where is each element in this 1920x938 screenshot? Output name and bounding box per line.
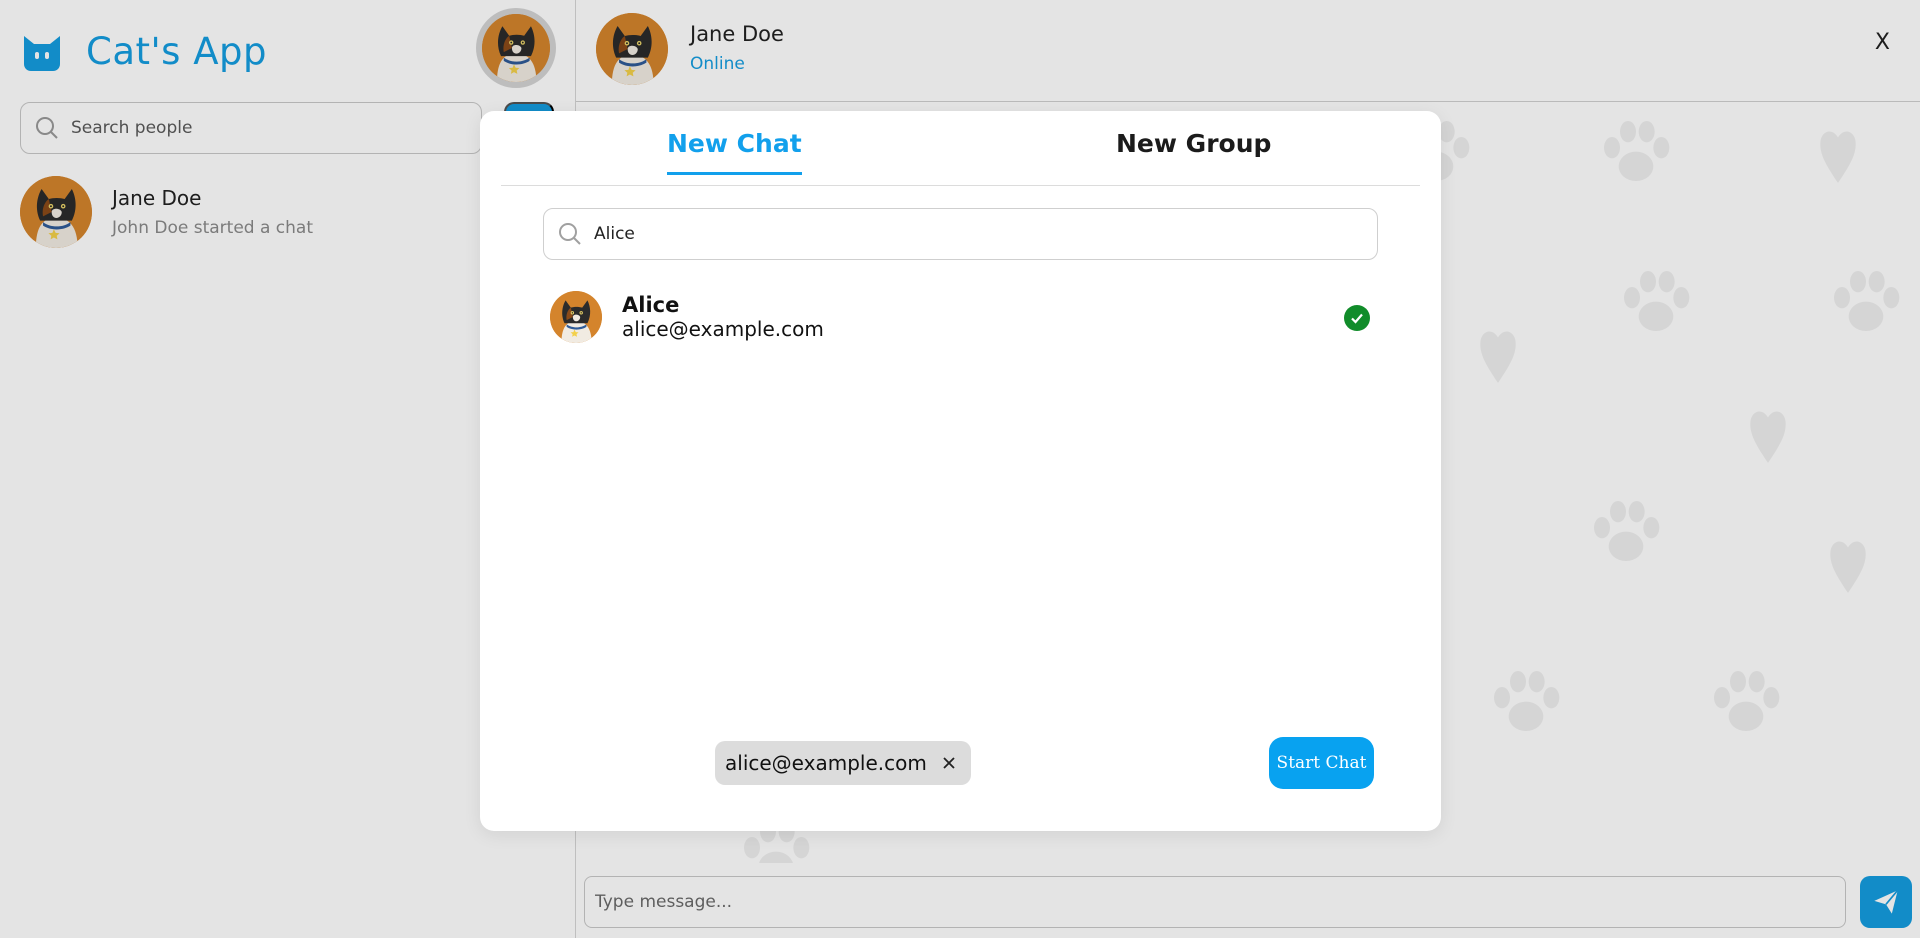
- tab-new-group[interactable]: New Group: [1116, 129, 1271, 172]
- user-search-input[interactable]: [594, 224, 1354, 244]
- modal-search: [543, 208, 1378, 260]
- search-icon: [559, 223, 581, 245]
- close-icon: [943, 757, 955, 769]
- avatar: [550, 291, 602, 343]
- start-chat-button[interactable]: Start Chat: [1269, 737, 1374, 789]
- selected-check-icon: [1344, 305, 1370, 331]
- new-chat-modal: New Chat New Group Alice alice@example.c…: [480, 111, 1441, 831]
- result-email: alice@example.com: [622, 316, 824, 341]
- remove-chip-button[interactable]: [941, 755, 957, 771]
- tab-new-chat[interactable]: New Chat: [667, 129, 802, 175]
- result-name: Alice: [622, 292, 680, 317]
- chip-label: alice@example.com: [725, 751, 927, 775]
- search-result-row[interactable]: Alice alice@example.com: [550, 289, 1370, 345]
- selected-user-chip: alice@example.com: [715, 741, 971, 785]
- modal-tabs: New Chat New Group: [501, 111, 1420, 186]
